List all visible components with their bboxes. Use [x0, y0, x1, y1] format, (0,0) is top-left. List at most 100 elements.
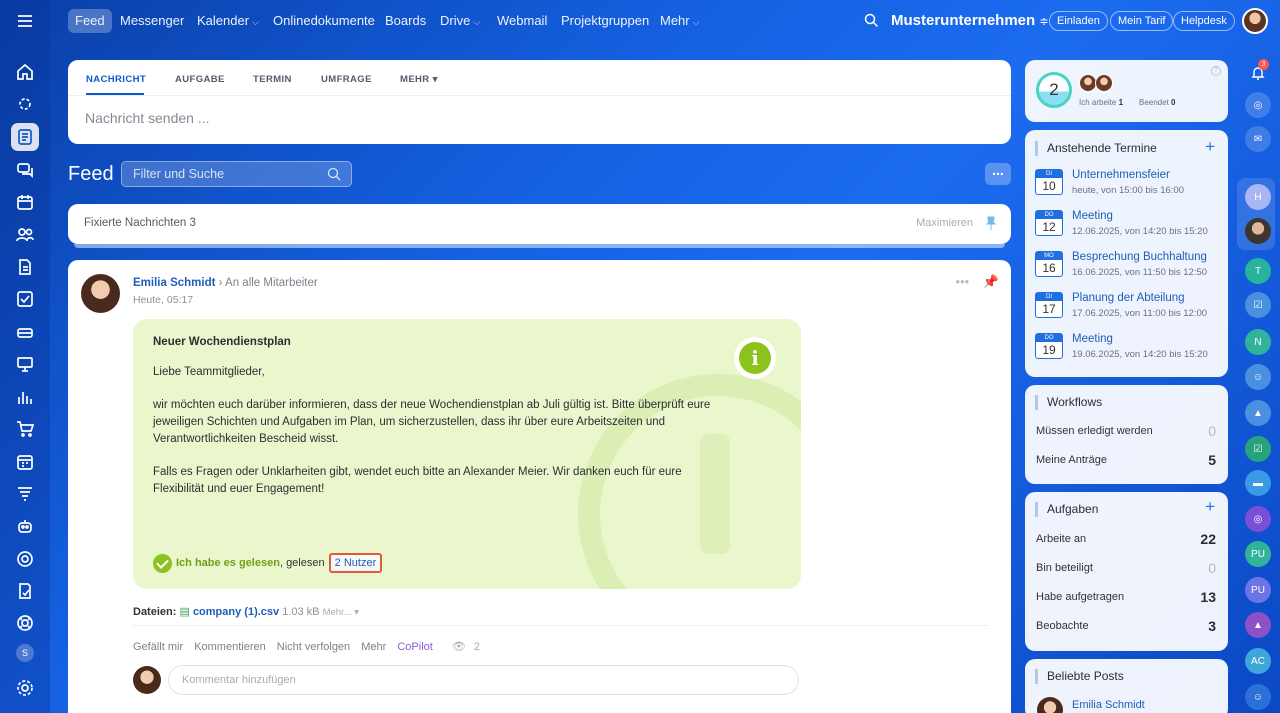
document-icon[interactable] — [11, 253, 39, 281]
lock-icon[interactable]: ▲ — [1245, 400, 1271, 426]
group-icon[interactable]: ☺ — [1245, 684, 1271, 710]
pin-icon[interactable] — [985, 216, 997, 230]
invite-button[interactable]: Einladen — [1049, 11, 1108, 31]
chat-avatar[interactable]: AC — [1245, 648, 1271, 674]
event-title[interactable]: Besprechung Buchhaltung — [1072, 251, 1207, 263]
chat-avatar[interactable]: PU — [1245, 541, 1271, 567]
chat-avatar[interactable]: H — [1245, 184, 1271, 210]
message-input[interactable]: Nachricht senden ... — [85, 110, 210, 126]
feed-options-button[interactable]: ... — [985, 163, 1011, 185]
event-title[interactable]: Planung der Abteilung — [1072, 292, 1185, 304]
comment-button[interactable]: Kommentieren — [194, 641, 266, 653]
file-more-link[interactable]: Mehr... ▾ — [323, 607, 359, 618]
chat-avatar[interactable]: T — [1245, 258, 1271, 284]
file-link[interactable]: company (1).csv — [193, 606, 279, 618]
collapsed-section-badge[interactable]: S — [16, 644, 34, 662]
task-row-label[interactable]: Arbeite an — [1036, 533, 1086, 545]
event-title[interactable]: Meeting — [1072, 333, 1113, 345]
comment-input[interactable]: Kommentar hinzufügen — [168, 665, 799, 695]
chat-avatar[interactable]: PU — [1245, 577, 1271, 603]
task-row-value[interactable]: 22 — [1200, 531, 1216, 547]
tab-task[interactable]: AUFGABE — [175, 74, 225, 85]
copilot-icon[interactable]: ◎ — [1245, 92, 1271, 118]
workflow-row-label[interactable]: Meine Anträge — [1036, 454, 1107, 466]
workflows-title[interactable]: Workflows — [1035, 395, 1102, 410]
nav-webmail[interactable]: Webmail — [497, 9, 547, 33]
tab-event[interactable]: TERMIN — [253, 74, 292, 85]
copilot-button[interactable]: CoPilot — [397, 641, 432, 653]
nav-feed[interactable]: Feed — [68, 9, 112, 33]
message-icon[interactable]: ✉ — [1245, 126, 1271, 152]
worktime-widget[interactable]: 2 Ich arbeite 1 Beendet 0 ? — [1025, 60, 1228, 122]
checkmark-icon[interactable] — [153, 553, 172, 573]
task-row-label[interactable]: Habe aufgetragen — [1036, 591, 1124, 603]
recipients[interactable]: An alle Mitarbeiter — [225, 277, 318, 289]
task-row-value[interactable]: 13 — [1200, 589, 1216, 605]
add-event-icon[interactable]: + — [1205, 137, 1215, 157]
nav-drive[interactable]: Drive ⌵ — [440, 9, 480, 33]
sign-icon[interactable] — [11, 577, 39, 605]
tasks-title[interactable]: Aufgaben — [1035, 502, 1098, 517]
nav-project-groups[interactable]: Projektgruppen — [561, 9, 649, 33]
worktime-counter[interactable]: 2 — [1036, 72, 1072, 108]
tab-message[interactable]: NACHRICHT — [86, 74, 146, 85]
funnel-icon[interactable] — [11, 480, 39, 508]
event-title[interactable]: Meeting — [1072, 210, 1113, 222]
post-time[interactable]: Heute, 05:17 — [133, 294, 193, 306]
lock-icon[interactable]: ▲ — [1245, 612, 1271, 638]
task-row-value[interactable]: 0 — [1208, 560, 1216, 576]
menu-icon[interactable] — [11, 7, 39, 35]
presentation-icon[interactable] — [11, 350, 39, 378]
read-confirm-button[interactable]: Ich habe es gelesen — [176, 557, 280, 569]
drive-icon[interactable] — [11, 318, 39, 346]
read-users-link[interactable]: 2 Nutzer — [328, 553, 383, 573]
tasks-icon[interactable] — [11, 285, 39, 313]
tab-more[interactable]: MEHR ▾ — [400, 74, 438, 85]
like-button[interactable]: Gefällt mir — [133, 641, 183, 653]
company-name[interactable]: Musterunternehmen ≑ — [891, 9, 1049, 33]
task-row-label[interactable]: Beobachte — [1036, 620, 1089, 632]
nav-boards[interactable]: Boards — [385, 9, 426, 33]
tab-poll[interactable]: UMFRAGE — [321, 74, 372, 85]
robot-icon[interactable] — [11, 512, 39, 540]
add-task-icon[interactable]: + — [1205, 497, 1215, 517]
task-row-label[interactable]: Bin beteiligt — [1036, 562, 1093, 574]
my-plan-button[interactable]: Mein Tarif — [1110, 11, 1174, 31]
nav-more[interactable]: Mehr ⌵ — [660, 9, 699, 33]
workflow-row-value[interactable]: 0 — [1208, 423, 1216, 439]
chat-bubble-icon[interactable]: ▬ — [1245, 470, 1271, 496]
maximize-link[interactable]: Maximieren — [916, 217, 973, 229]
nav-calendar[interactable]: Kalender ⌵ — [197, 9, 259, 33]
pin-icon[interactable]: 📌 — [983, 274, 999, 289]
nav-messenger[interactable]: Messenger — [120, 9, 184, 33]
more-button[interactable]: Mehr — [361, 641, 386, 653]
author-name[interactable]: Emilia Schmidt — [133, 277, 215, 289]
chat-avatar[interactable] — [1245, 218, 1271, 244]
target-icon[interactable]: ◎ — [1245, 506, 1271, 532]
analytics-icon[interactable] — [11, 383, 39, 411]
chat-avatar[interactable]: N — [1245, 329, 1271, 355]
task-row-value[interactable]: 3 — [1208, 618, 1216, 634]
events-title[interactable]: Anstehende Termine — [1035, 141, 1157, 156]
checklist-icon[interactable]: ☑ — [1245, 436, 1271, 462]
nav-online-documents[interactable]: Onlinedokumente — [273, 9, 375, 33]
chat-icon[interactable] — [11, 156, 39, 184]
workflow-row-value[interactable]: 5 — [1208, 452, 1216, 468]
helpdesk-button[interactable]: Helpdesk — [1173, 11, 1235, 31]
pinned-messages-bar[interactable]: Fixierte Nachrichten 3 Maximieren — [68, 204, 1011, 244]
settings-icon[interactable] — [11, 674, 39, 702]
support-icon[interactable] — [11, 609, 39, 637]
help-icon[interactable]: ? — [1211, 66, 1221, 76]
target-icon[interactable] — [11, 545, 39, 573]
unfollow-button[interactable]: Nicht verfolgen — [277, 641, 350, 653]
cart-icon[interactable] — [11, 415, 39, 443]
booking-icon[interactable] — [11, 448, 39, 476]
feed-icon[interactable] — [11, 123, 39, 151]
calendar-icon[interactable] — [11, 188, 39, 216]
home-icon[interactable] — [11, 58, 39, 86]
users-icon[interactable] — [11, 220, 39, 248]
workflow-row-label[interactable]: Müssen erledigt werden — [1036, 425, 1153, 437]
author-avatar[interactable] — [81, 274, 120, 313]
more-options-icon[interactable]: ••• — [956, 274, 970, 289]
group-icon[interactable]: ☺ — [1245, 364, 1271, 390]
